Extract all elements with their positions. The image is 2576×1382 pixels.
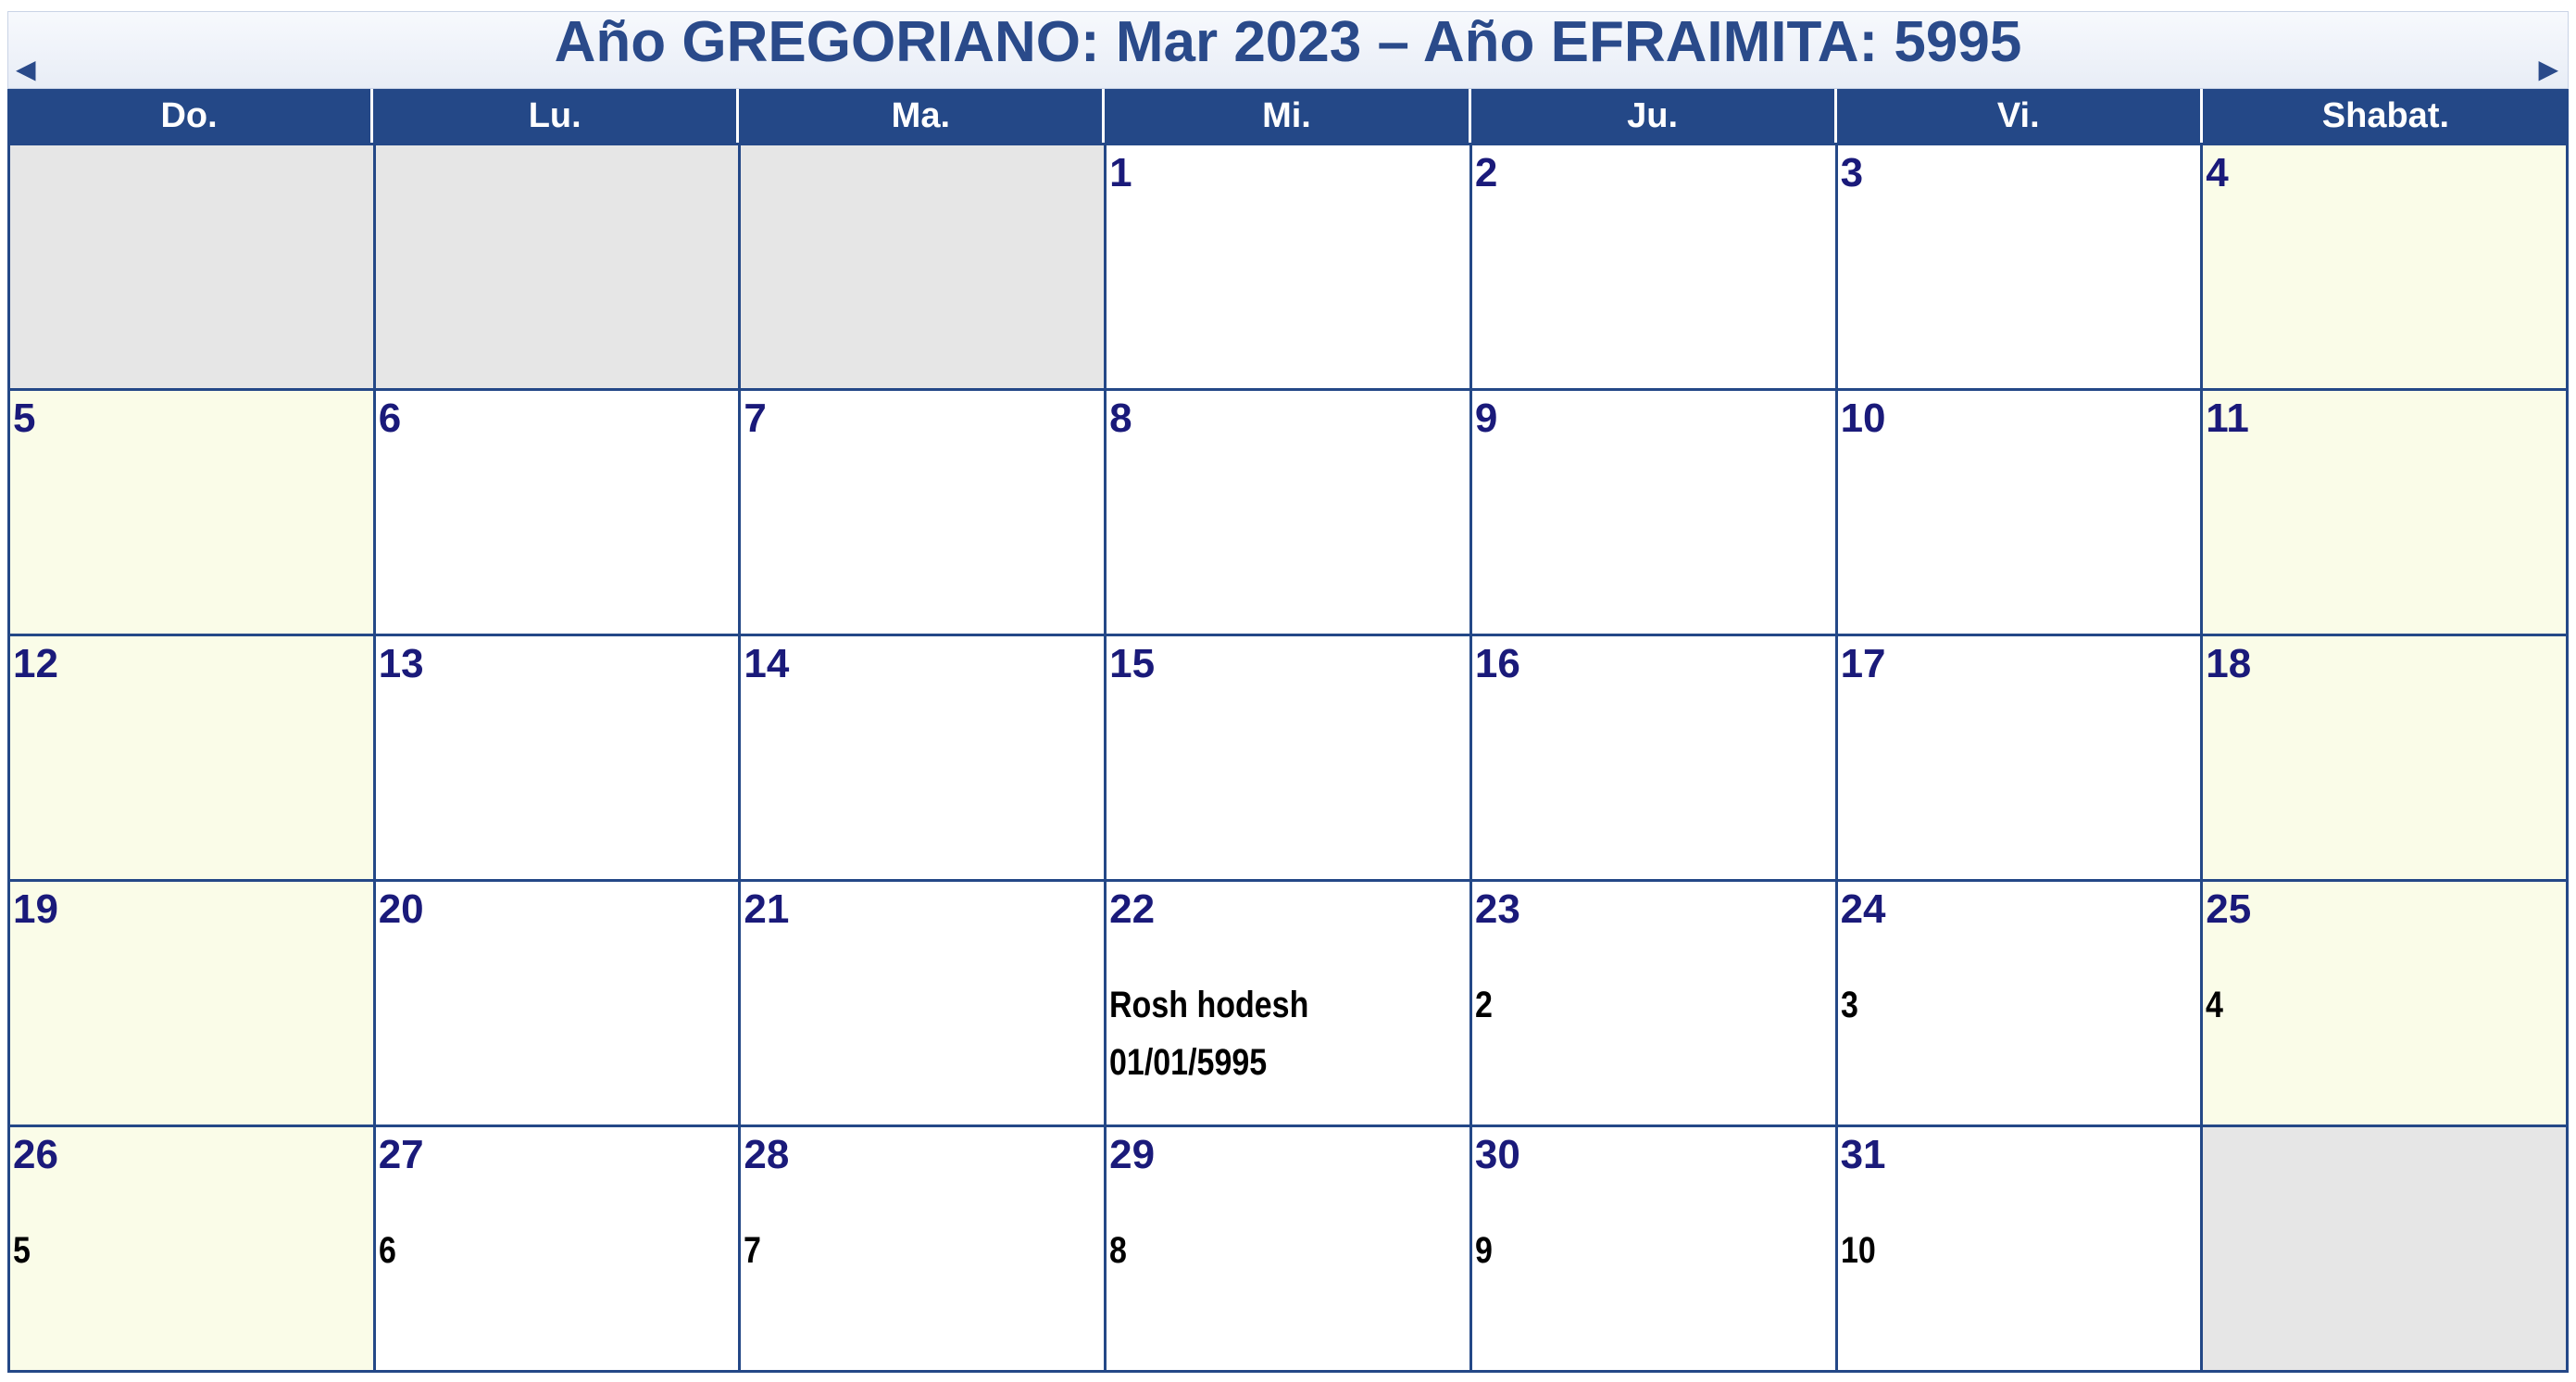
day-cell[interactable]: 14 (741, 636, 1107, 882)
empty-day-cell (10, 145, 376, 391)
day-number: 12 (13, 641, 58, 686)
day-number: 10 (1840, 396, 1886, 441)
calendar-title-bar: ◀ Año GREGORIANO: Mar 2023 – Año EFRAIMI… (7, 11, 2569, 89)
day-number: 20 (378, 886, 424, 932)
day-cell[interactable]: 18 (2203, 636, 2569, 882)
day-note: 8 (1109, 1230, 1128, 1271)
day-cell[interactable]: 5 (10, 391, 376, 636)
day-number: 31 (1840, 1132, 1886, 1177)
day-cell[interactable]: 28 7 (741, 1127, 1107, 1373)
day-note: 4 (2206, 985, 2224, 1025)
day-number: 28 (744, 1132, 790, 1177)
day-number: 30 (1474, 1132, 1520, 1177)
day-cell[interactable]: 8 (1107, 391, 1472, 636)
day-cell[interactable]: 20 (375, 882, 742, 1127)
day-note: 10 (1840, 1230, 1876, 1271)
weekday-wednesday: Mi. (1105, 89, 1471, 143)
day-number: 3 (1840, 150, 1864, 195)
day-number: 23 (1474, 886, 1520, 932)
day-number: 21 (744, 886, 790, 932)
day-number: 16 (1474, 641, 1520, 686)
weekday-thursday: Ju. (1471, 89, 1837, 143)
weekday-tuesday: Ma. (739, 89, 1106, 143)
day-cell[interactable]: 22 Rosh hodesh 01/01/5995 (1107, 882, 1472, 1127)
day-number: 14 (744, 641, 790, 686)
day-cell[interactable]: 2 (1471, 145, 1838, 391)
day-number: 17 (1840, 641, 1886, 686)
day-cell[interactable]: 23 2 (1471, 882, 1838, 1127)
day-number: 22 (1109, 886, 1156, 932)
day-cell[interactable]: 17 (1837, 636, 2204, 882)
day-note: 6 (378, 1230, 396, 1271)
day-cell[interactable]: 31 10 (1837, 1127, 2204, 1373)
day-note: 7 (744, 1230, 762, 1271)
empty-day-cell (2203, 1127, 2569, 1373)
day-cell[interactable]: 29 8 (1107, 1127, 1472, 1373)
day-number: 29 (1109, 1132, 1156, 1177)
weekday-sunday: Do. (7, 89, 374, 143)
day-number: 6 (378, 396, 402, 441)
day-number: 26 (13, 1132, 58, 1177)
previous-month-arrow-icon[interactable]: ◀ (16, 57, 36, 82)
calendar: ◀ Año GREGORIANO: Mar 2023 – Año EFRAIMI… (7, 11, 2569, 1373)
weekday-shabbat: Shabat. (2321, 95, 2450, 135)
day-cell[interactable]: 26 5 (10, 1127, 376, 1373)
day-number: 18 (2206, 641, 2252, 686)
day-cell[interactable]: 19 (10, 882, 376, 1127)
day-number: 7 (744, 396, 767, 441)
day-cell[interactable]: 15 (1107, 636, 1472, 882)
day-number: 19 (13, 886, 58, 932)
day-cell[interactable]: 3 (1837, 145, 2204, 391)
day-cell[interactable]: 7 (741, 391, 1107, 636)
day-number: 11 (2206, 396, 2249, 441)
day-cell[interactable]: 30 9 (1471, 1127, 1838, 1373)
day-note: 5 (13, 1230, 31, 1271)
weekday-monday: Lu. (373, 89, 740, 143)
day-cell[interactable]: 10 (1837, 391, 2204, 636)
day-note: 2 (1474, 985, 1493, 1025)
weekday-header: Do. Lu. Ma. Mi. Ju. Vi. Shabat. (7, 89, 2569, 143)
day-cell[interactable]: 4 (2203, 145, 2569, 391)
day-number: 2 (1474, 150, 1498, 195)
day-number: 1 (1109, 150, 1132, 195)
next-month-arrow-icon[interactable]: ▶ (2538, 57, 2558, 82)
day-number: 15 (1109, 641, 1156, 686)
day-cell[interactable]: 11 (2203, 391, 2569, 636)
empty-day-cell (375, 145, 742, 391)
day-grid: 1 2 3 4 5 6 7 8 9 10 11 12 13 14 15 16 17 18 19 20 21 22 Rosh … (7, 143, 2569, 1373)
day-number: 27 (378, 1132, 424, 1177)
day-cell[interactable]: 12 (10, 636, 376, 882)
day-cell[interactable]: 1 (1107, 145, 1472, 391)
day-number: 5 (13, 396, 36, 441)
day-cell[interactable]: 24 3 (1837, 882, 2204, 1127)
day-number: 8 (1109, 396, 1132, 441)
day-number: 13 (378, 641, 424, 686)
weekday-friday: Vi. (1837, 89, 2203, 143)
day-number: 25 (2206, 886, 2252, 932)
day-cell[interactable]: 16 (1471, 636, 1838, 882)
day-number: 24 (1840, 886, 1886, 932)
empty-day-cell (741, 145, 1107, 391)
day-cell[interactable]: 6 (375, 391, 742, 636)
day-number: 4 (2206, 150, 2229, 195)
day-note: Rosh hodesh 01/01/5995 (1109, 985, 1309, 1083)
day-number: 9 (1474, 396, 1498, 441)
day-cell[interactable]: 13 (375, 636, 742, 882)
calendar-title: Año GREGORIANO: Mar 2023 – Año EFRAIMITA… (554, 10, 2022, 74)
day-cell[interactable]: 9 (1471, 391, 1838, 636)
day-note: 9 (1474, 1230, 1493, 1271)
day-cell[interactable]: 21 (741, 882, 1107, 1127)
day-note: 3 (1840, 985, 1858, 1025)
day-cell[interactable]: 27 6 (375, 1127, 742, 1373)
day-cell[interactable]: 25 4 (2203, 882, 2569, 1127)
